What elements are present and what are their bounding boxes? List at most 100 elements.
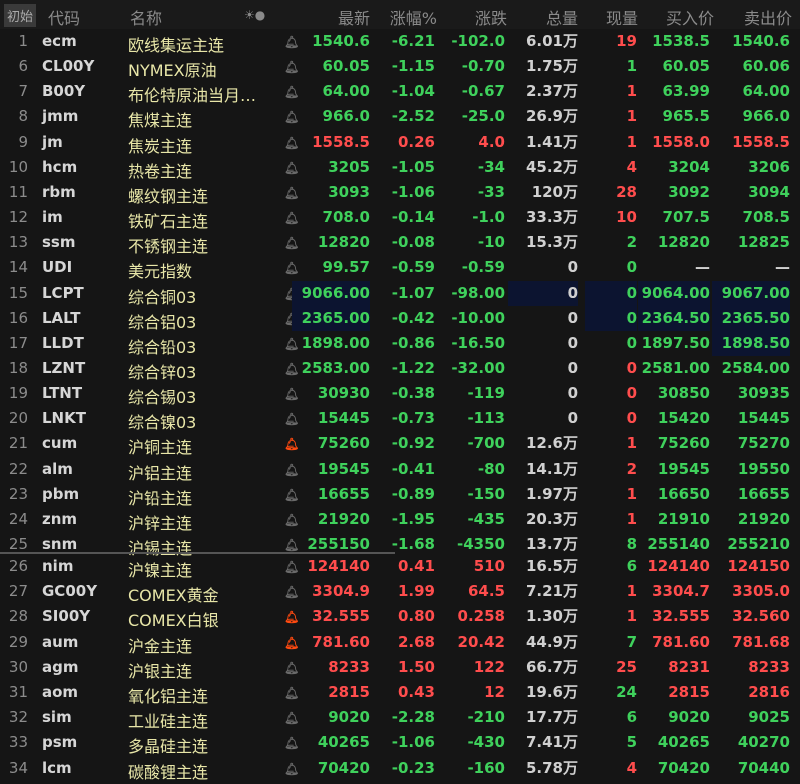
table-row[interactable]: 31 aom 氧化铝主连 🔔︎ 2815 0.43 12 19.6万 24 2815 2816 [0,680,800,706]
cell-pct: -0.89 [391,484,435,503]
symbol-name: 多晶硅主连 [128,737,209,757]
cell-bid: 1558.0 [652,132,710,151]
cell-ask: 21920 [737,509,790,528]
row-index: 21 [8,434,28,453]
table-row[interactable]: 29 aum 沪金主连 🔔︎ 781.60 2.68 20.42 44.9万 7 781.6… [0,630,800,656]
col-pct[interactable]: 涨幅% [390,5,437,29]
table-row[interactable]: 32 sim 工业硅主连 🔔︎ 9020 -2.28 -210 17.7万 6 9020 90… [0,705,800,731]
col-last[interactable]: 最新 [338,5,370,29]
cell-chg: -0.70 [461,57,505,76]
cell-cur: 25 [616,657,637,676]
cell-bid: 707.5 [662,208,710,227]
cell-vol: 20.3万 [525,509,578,528]
cell-last: 9066.00 [292,280,370,306]
cell-pct: -1.07 [391,283,435,302]
col-name[interactable]: 名称 [130,5,162,29]
cell-pct: -0.38 [391,384,435,403]
cell-bid: 3092 [668,182,710,201]
cell-ask: — [775,258,790,277]
table-row[interactable]: 10 hcm 热卷主连 🔔︎ 3205 -1.05 -34 45.2万 4 3204 3206 [0,155,800,181]
theme-toggle-icon[interactable]: ☀● [244,8,265,22]
table-row[interactable]: 14 UDI 美元指数 🔔︎ 99.57 -0.59 -0.59 0 0— — [0,255,800,282]
cell-bid: 60.05 [662,57,710,76]
cell-chg: 510 [473,557,505,575]
table-row[interactable]: 9 jm 焦炭主连 🔔︎ 1558.5 0.26 4.0 1.41万 1 1558.0 155… [0,130,800,156]
cell-bid: 1538.5 [652,32,710,50]
cell-ask: 40270 [737,733,790,752]
col-bid[interactable]: 买入价 [666,5,714,29]
cell-pct: 0.43 [397,683,435,701]
cell-last: 40265 [317,733,370,752]
table-row[interactable]: 7 B00Y 布伦特原油当月… 🔔︎ 64.00 -1.04 -0.67 2.37万 1 6… [0,79,800,105]
symbol-name: NYMEX原油 [128,61,217,81]
col-ask[interactable]: 卖出价 [744,5,792,29]
cell-last: 781.60 [312,632,370,651]
table-row[interactable]: 34 lcm 碳酸锂主连 🔔︎ 70420 -0.23 -160 5.78万 4 70420… [0,756,800,782]
cell-ask: 12825 [737,233,790,252]
table-row[interactable]: 21 cum 沪铜主连 🔔︎ 75260 -0.92 -700 12.6万 1 75260 7… [0,431,800,457]
cell-chg: -160 [467,758,505,777]
symbol-code: LLDT [42,333,84,352]
cell-chg: -0.67 [461,82,505,101]
table-row[interactable]: 16 LALT 综合铝03 🔔︎2365.00-0.42-10.00002364… [0,305,800,332]
table-row[interactable]: 13 ssm 不锈钢主连 🔔︎ 12820 -0.08 -10 15.3万 2 12820 1… [0,230,800,256]
table-row[interactable]: 28 SI00Y COMEX白银 🔔︎ 32.555 0.80 0.258 1.30万 1… [0,604,800,630]
cell-pct: -0.08 [391,233,435,252]
table-row[interactable]: 12 im 铁矿石主连 🔔︎ 708.0 -0.14 -1.0 33.3万 10 707.5… [0,205,800,231]
cell-ask: 1540.6 [732,32,790,50]
table-row[interactable]: 17 LLDT 综合铅03 🔔︎ 1898.00 -0.86 -16.50 0 0 1897… [0,330,800,357]
cell-bid: 16650 [657,484,710,503]
row-index: 26 [8,557,28,575]
cell-bid: 32.555 [652,607,710,626]
cell-bid: 781.60 [652,632,710,651]
row-index: 34 [8,758,28,777]
cell-ask: 64.00 [742,82,790,101]
table-row[interactable]: 15 LCPT 综合铜03 🔔︎9066.00-1.07-98.00009064… [0,280,800,307]
col-code[interactable]: 代码 [48,5,80,29]
symbol-name: 沪铅主连 [128,488,193,508]
symbol-code: LALT [42,308,81,327]
cell-vol: 0 [508,280,578,306]
symbol-name: 焦煤主连 [128,111,193,131]
table-row[interactable]: 33 psm 多晶硅主连 🔔︎ 40265 -1.06 -430 7.41万 5 40265… [0,730,800,757]
col-chg[interactable]: 涨跌 [475,5,507,29]
cell-vol: 6.01万 [525,32,578,50]
table-row[interactable]: 19 LTNT 综合锡03 🔔︎ 30930 -0.38 -119 0 0 30850 309… [0,381,800,408]
cell-last: 2583.00 [301,358,370,377]
reset-sort-button[interactable]: 初始 [4,4,37,27]
table-row[interactable]: 27 GC00Y COMEX黄金 🔔︎ 3304.9 1.99 64.5 7.21万 1 3… [0,579,800,605]
table-row[interactable]: 1 ecm 欧线集运主连 🔔︎ 1540.6 -6.21 -102.0 6.01万 19 1… [0,29,800,55]
cell-cur: 10 [616,208,637,227]
cell-pct: -2.28 [391,708,435,727]
symbol-name: 美元指数 [128,262,193,282]
table-row[interactable]: 8 jmm 焦煤主连 🔔︎ 966.0 -2.52 -25.0 26.9万 1 965.5 9… [0,104,800,131]
symbol-code: alm [42,459,73,478]
symbol-name: 综合锡03 [128,388,197,408]
table-row[interactable]: 6 CL00Y NYMEX原油 🔔︎ 60.05 -1.15 -0.70 1.75万 1 6… [0,54,800,81]
table-row[interactable]: 23 pbm 沪铅主连 🔔︎ 16655 -0.89 -150 1.97万 1 16650 1… [0,482,800,508]
col-cur[interactable]: 现量 [606,5,638,29]
table-row[interactable]: 30 agm 沪银主连 🔔︎ 8233 1.50 122 66.7万 25 8231 8233 [0,655,800,681]
row-index: 19 [8,384,28,403]
col-vol[interactable]: 总量 [546,5,578,29]
table-row[interactable]: 20 LNKT 综合镍03 🔔︎ 15445 -0.73 -113 0 0 15420 154… [0,406,800,432]
cell-chg: -32.00 [451,358,505,377]
symbol-code: psm [42,733,78,752]
table-row[interactable]: 26 nim 沪镍主连 🔔︎ 124140 0.41 510 16.5万 6 124140 1… [0,554,800,580]
cell-vol: 1.41万 [525,132,578,151]
cell-last: 8233 [328,657,370,676]
table-row[interactable]: 11 rbm 螺纹钢主连 🔔︎ 3093 -1.06 -33 120万 28 3092 309… [0,180,800,206]
row-index: 9 [18,132,28,151]
symbol-name: 综合铅03 [128,337,197,357]
table-row[interactable]: 18 LZNT 综合锌03 🔔︎ 2583.00 -1.22 -32.00 0 0 2581… [0,356,800,382]
cell-bid: 40265 [657,733,710,752]
table-row[interactable]: 22 alm 沪铝主连 🔔︎ 19545 -0.41 -80 14.1万 2 19545 19… [0,457,800,483]
table-row[interactable]: 24 znm 沪锌主连 🔔︎ 21920 -1.95 -435 20.3万 1 21910 2… [0,507,800,533]
cell-last: 1898.00 [301,333,370,352]
cell-vol: 0 [567,384,578,403]
row-index: 33 [8,733,28,752]
cell-cur: 1 [626,484,637,503]
cell-ask: 2584.00 [721,358,790,377]
cell-vol: 14.1万 [525,459,578,478]
cell-cur: 1 [626,132,637,151]
